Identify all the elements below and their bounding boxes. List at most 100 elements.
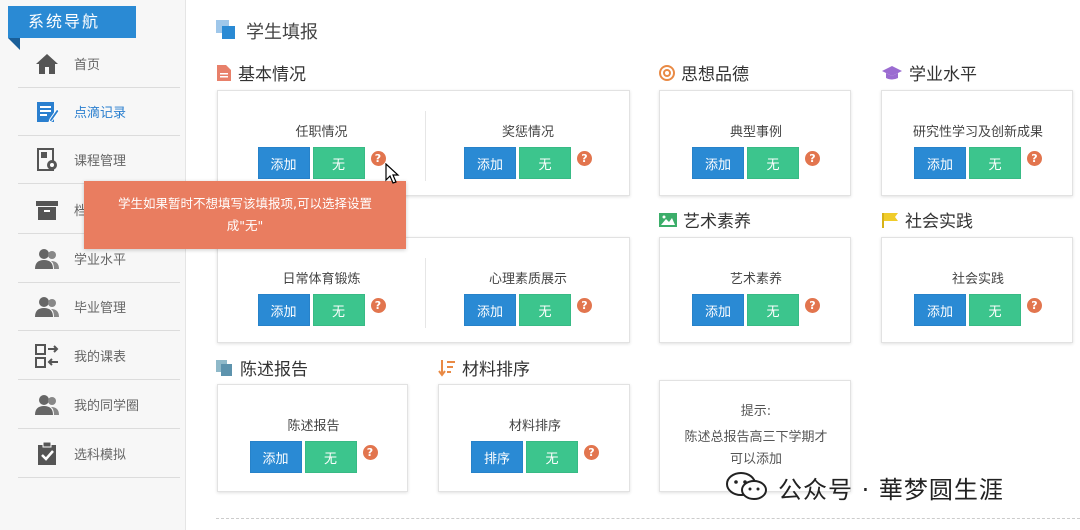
checklist-icon	[34, 441, 60, 467]
section-title-art: 艺术素养	[659, 207, 751, 232]
archive-icon	[34, 197, 60, 223]
section-title-text: 材料排序	[462, 360, 530, 380]
field-label: 材料排序	[508, 419, 561, 434]
field-rewards: 奖惩情况 添加 无 ?	[425, 121, 631, 179]
tip-line: 可以添加	[729, 452, 782, 467]
sidebar-item-label: 首页	[74, 58, 101, 73]
sort-button[interactable]: 排序	[471, 441, 523, 473]
wechat-icon	[726, 471, 768, 505]
section-title-moral: 思想品德	[659, 60, 749, 85]
section-title-report: 陈述报告	[216, 355, 308, 380]
none-button[interactable]: 无	[304, 441, 357, 473]
none-button[interactable]: 无	[969, 147, 1021, 179]
none-button[interactable]: 无	[312, 147, 365, 179]
sidebar-item-label: 学业水平	[74, 253, 127, 268]
graduation-cap-icon	[881, 65, 903, 81]
add-button[interactable]: 添加	[249, 441, 302, 473]
field-report: 陈述报告 添加 无 ?	[218, 415, 409, 473]
sidebar-item-home[interactable]: 首页	[18, 40, 180, 88]
edit-icon	[34, 99, 60, 125]
add-button[interactable]: 添加	[257, 294, 310, 326]
none-button[interactable]: 无	[747, 147, 799, 179]
sidebar-item-schedule[interactable]: 我的课表	[18, 332, 180, 380]
field-label: 心理素质展示	[488, 272, 567, 287]
stack-icon	[216, 20, 236, 40]
help-icon[interactable]: ?	[362, 444, 378, 460]
none-button[interactable]: 无	[747, 294, 799, 326]
tooltip-line: 学生如果暂时不想填写该填报项,可以选择设置	[118, 196, 372, 211]
field-label: 任职情况	[295, 125, 348, 140]
mouse-cursor-icon	[385, 162, 401, 185]
help-icon[interactable]: ?	[1027, 150, 1042, 166]
field-label: 奖惩情况	[501, 125, 554, 140]
field-research: 研究性学习及创新成果 添加 无 ?	[882, 121, 1074, 179]
document-icon	[216, 64, 232, 81]
lifebuoy-icon	[659, 64, 675, 81]
users-icon	[34, 246, 60, 272]
social-card: 社会实践 添加 无 ?	[881, 237, 1073, 343]
field-exercise: 日常体育锻炼 添加 无 ?	[218, 268, 425, 326]
section-title-basic: 基本情况	[216, 60, 306, 85]
sidebar-item-label: 毕业管理	[74, 301, 127, 316]
none-button[interactable]: 无	[526, 441, 578, 473]
section-title-text: 思想品德	[681, 65, 749, 85]
add-button[interactable]: 添加	[914, 147, 966, 179]
field-art: 艺术素养 添加 无 ?	[660, 268, 852, 326]
sort-icon	[438, 359, 456, 377]
help-icon[interactable]: ?	[370, 150, 386, 166]
help-icon[interactable]: ?	[577, 150, 592, 166]
field-label: 研究性学习及创新成果	[912, 125, 1043, 140]
sidebar-item-label: 我的课表	[74, 350, 127, 365]
academic-card: 研究性学习及创新成果 添加 无 ?	[881, 90, 1073, 196]
help-icon[interactable]: ?	[805, 150, 820, 166]
sidebar-item-courses[interactable]: 课程管理	[18, 136, 180, 184]
help-icon[interactable]: ?	[805, 297, 820, 313]
help-tooltip: 学生如果暂时不想填写该填报项,可以选择设置 成"无"	[84, 181, 406, 249]
section-title-academic: 学业水平	[881, 60, 977, 85]
add-button[interactable]: 添加	[464, 294, 516, 326]
watermark-text: 公众号 · 華梦圆生涯	[778, 476, 1004, 504]
none-button[interactable]: 无	[519, 147, 571, 179]
help-icon[interactable]: ?	[577, 297, 592, 313]
home-icon	[34, 51, 60, 77]
help-icon[interactable]: ?	[370, 297, 386, 313]
sidebar-item-label: 我的同学圈	[74, 399, 140, 414]
art-card: 艺术素养 添加 无 ?	[659, 237, 851, 343]
sidebar-item-label: 选科模拟	[74, 448, 127, 463]
field-typical-example: 典型事例 添加 无 ?	[660, 121, 852, 179]
add-button[interactable]: 添加	[464, 147, 516, 179]
page-title: 学生填报	[246, 22, 318, 43]
add-button[interactable]: 添加	[914, 294, 966, 326]
field-materials: 材料排序 排序 无 ?	[439, 415, 631, 473]
section-title-text: 艺术素养	[683, 212, 751, 232]
sidebar-item-label: 点滴记录	[74, 106, 127, 121]
help-icon[interactable]: ?	[584, 444, 599, 460]
report-card: 陈述报告 添加 无 ?	[217, 384, 408, 492]
section-title-text: 学业水平	[909, 65, 977, 85]
sidebar-item-classmates[interactable]: 我的同学圈	[18, 381, 180, 429]
none-button[interactable]: 无	[969, 294, 1021, 326]
section-title-social: 社会实践	[881, 207, 973, 232]
sidebar-item-records[interactable]: 点滴记录	[18, 88, 180, 136]
add-button[interactable]: 添加	[692, 294, 744, 326]
section-title-text: 基本情况	[238, 65, 306, 85]
field-label: 社会实践	[951, 272, 1004, 287]
none-button[interactable]: 无	[519, 294, 571, 326]
sidebar-item-label: 课程管理	[74, 154, 127, 169]
field-label: 艺术素养	[729, 272, 782, 287]
tip-line: 陈述总报告高三下学期才	[684, 430, 828, 445]
materials-card: 材料排序 排序 无 ?	[438, 384, 630, 492]
help-icon[interactable]: ?	[1027, 297, 1042, 313]
add-button[interactable]: 添加	[692, 147, 744, 179]
sidebar-item-graduation[interactable]: 毕业管理	[18, 283, 180, 331]
section-title-text: 社会实践	[905, 212, 973, 232]
add-button[interactable]: 添加	[257, 147, 310, 179]
none-button[interactable]: 无	[312, 294, 365, 326]
tooltip-line: 成"无"	[226, 218, 264, 233]
field-psychology: 心理素质展示 添加 无 ?	[425, 268, 631, 326]
users-icon	[34, 392, 60, 418]
sidebar-item-subject-sim[interactable]: 选科模拟	[18, 430, 180, 478]
copy-icon	[216, 359, 234, 376]
section-title-text: 陈述报告	[240, 360, 308, 380]
field-social: 社会实践 添加 无 ?	[882, 268, 1074, 326]
